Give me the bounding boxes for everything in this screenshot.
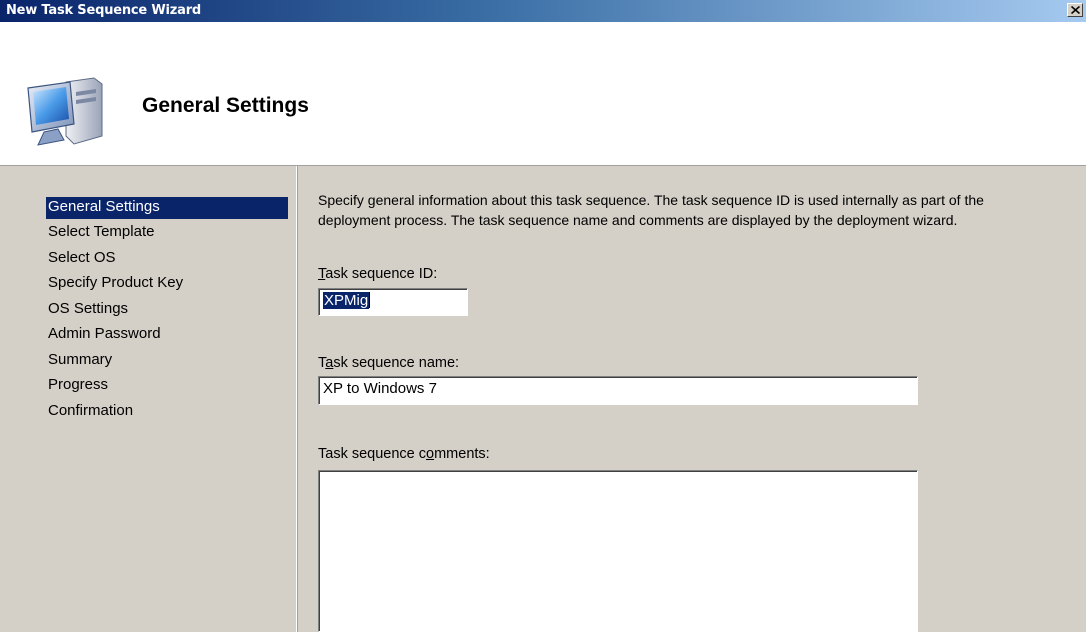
label-text: ask sequence ID: <box>325 266 438 282</box>
task-sequence-id-input[interactable]: XPMig <box>318 288 468 316</box>
nav-item-select-os[interactable]: Select OS <box>46 248 116 270</box>
task-sequence-comments-label: Task sequence comments: <box>318 446 490 462</box>
task-sequence-name-input[interactable]: XP to Windows 7 <box>318 376 918 405</box>
computer-monitor-icon <box>27 77 103 146</box>
title-bar: New Task Sequence Wizard <box>0 0 1086 22</box>
nav-item-specify-product-key[interactable]: Specify Product Key <box>46 273 183 295</box>
nav-item-summary[interactable]: Summary <box>46 350 112 372</box>
nav-item-os-settings[interactable]: OS Settings <box>46 299 128 321</box>
label-text: sk sequence name: <box>333 355 460 371</box>
nav-item-general-settings[interactable]: General Settings <box>46 197 288 219</box>
task-sequence-comments-textarea[interactable] <box>318 470 918 632</box>
page-title: General Settings <box>142 94 309 117</box>
window-title: New Task Sequence Wizard <box>6 3 202 18</box>
accelerator-key: o <box>426 446 435 462</box>
page-description: Specify general information about this t… <box>318 190 1086 230</box>
task-sequence-name-label: Task sequence name: <box>318 355 459 371</box>
close-button[interactable] <box>1067 3 1083 17</box>
wizard-header: General Settings <box>0 22 1086 166</box>
label-text-pre: Task sequence c <box>318 446 427 462</box>
close-icon <box>1071 6 1080 14</box>
nav-item-select-template[interactable]: Select Template <box>46 222 154 244</box>
selected-text: XPMig <box>323 292 370 309</box>
task-sequence-id-label: Task sequence ID: <box>318 266 437 282</box>
nav-item-progress[interactable]: Progress <box>46 375 108 397</box>
label-text: mments: <box>434 446 490 462</box>
main-content: Specify general information about this t… <box>298 166 1086 632</box>
text-caret <box>369 292 371 308</box>
nav-item-confirmation[interactable]: Confirmation <box>46 401 133 423</box>
description-line-2: deployment process. The task sequence na… <box>318 212 958 228</box>
wizard-steps-nav: General Settings Select Template Select … <box>0 166 297 632</box>
description-line-1: Specify general information about this t… <box>318 192 984 208</box>
nav-item-admin-password[interactable]: Admin Password <box>46 324 161 346</box>
